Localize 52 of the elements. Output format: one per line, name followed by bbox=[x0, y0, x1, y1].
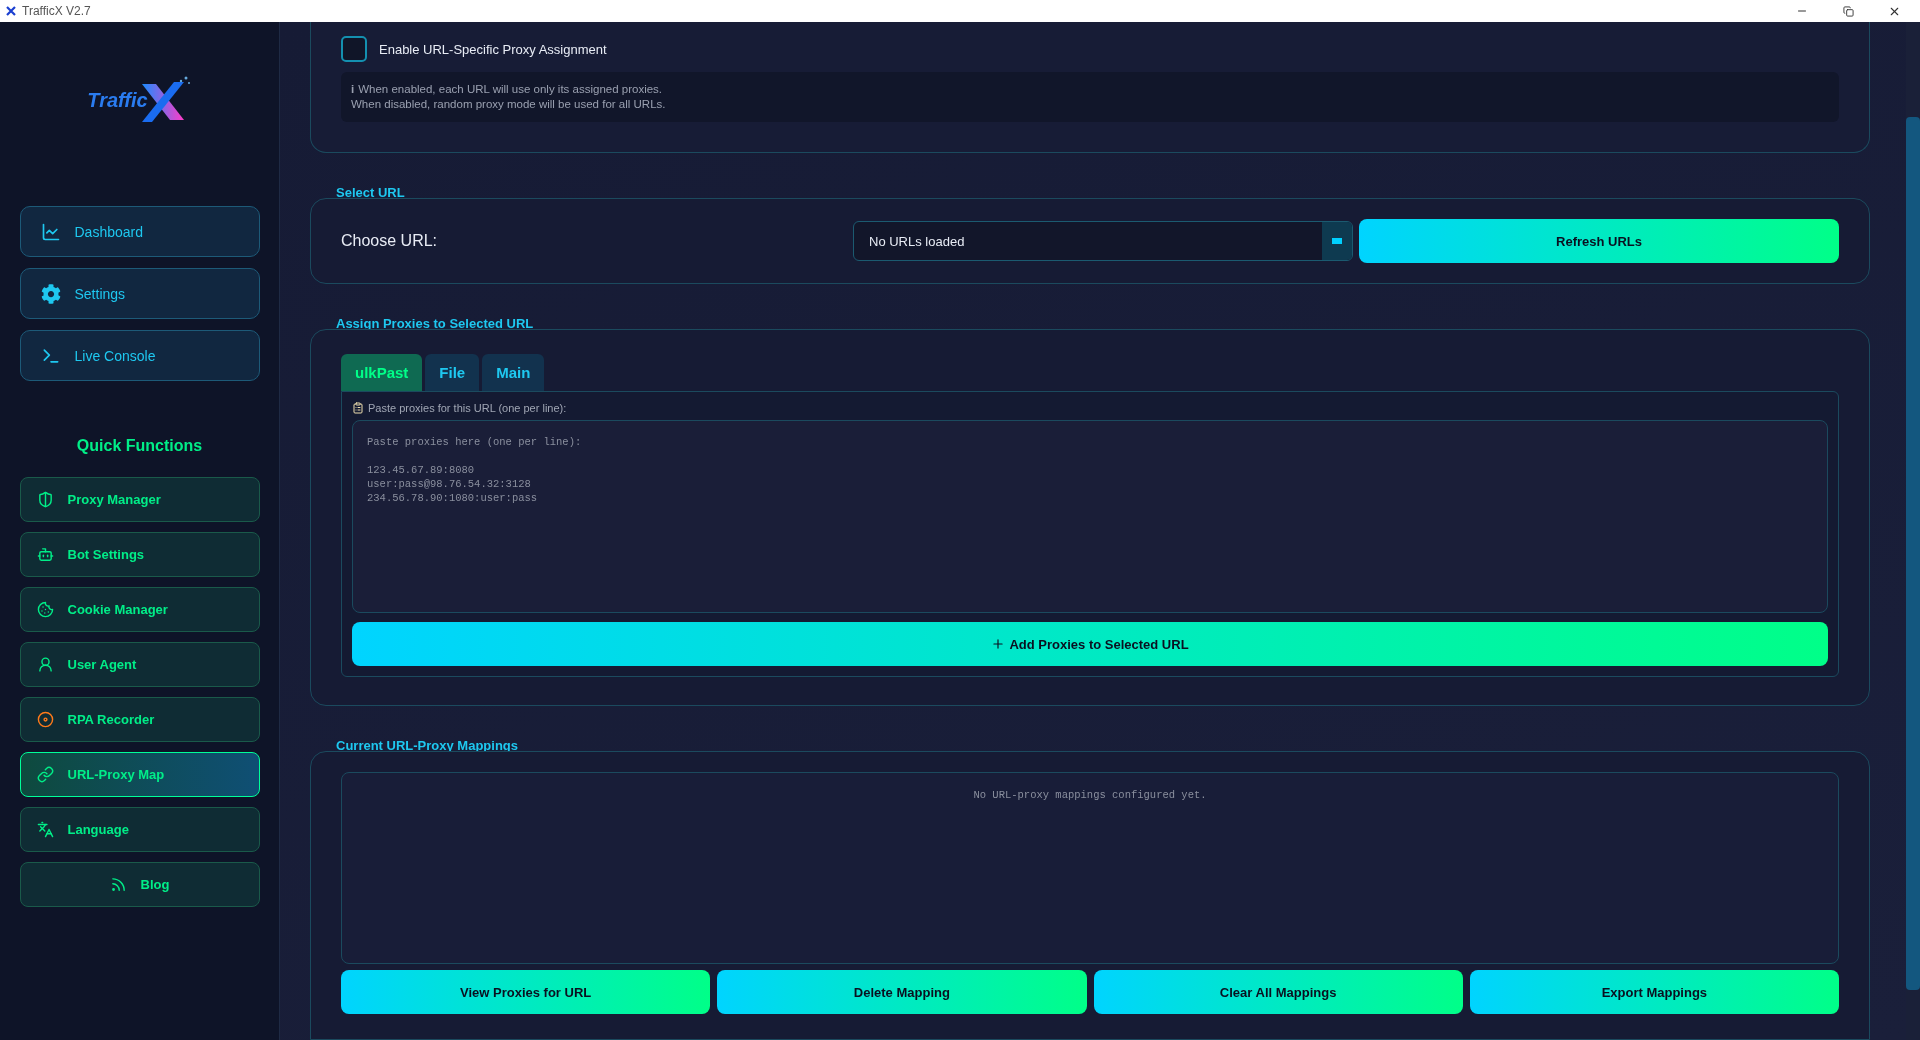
field-label: Choose URL: bbox=[341, 232, 439, 250]
quick-function-item[interactable]: URL-Proxy Map bbox=[19, 752, 260, 797]
dropdown-icon bbox=[1332, 238, 1342, 244]
cookie-icon bbox=[36, 601, 54, 618]
info-text: When disabled, random proxy mode will be used for all URLs. bbox=[351, 97, 666, 112]
sidebar-nav-item[interactable]: Settings bbox=[19, 268, 260, 319]
quick-function-item[interactable]: User Agent bbox=[19, 642, 260, 687]
tab[interactable]: File bbox=[425, 354, 480, 391]
window-title: TrafficX V2.7 bbox=[22, 4, 92, 18]
checkbox-label: Enable URL-Specific Proxy Assignment bbox=[379, 41, 607, 57]
checkbox[interactable] bbox=[341, 36, 367, 62]
quick-function-item[interactable]: Proxy Manager bbox=[19, 477, 260, 522]
logo-text: Traffic bbox=[87, 88, 148, 112]
proxies-input-field[interactable]: Paste proxies here (one per line): 123.45.67.89:8080 user:pass@98.76.54.32:3128 234.56.78.90:1080:user:pass bbox=[352, 420, 1828, 613]
info-icon: i bbox=[351, 82, 355, 97]
add-proxies-button[interactable]: Add Proxies to Selected URL bbox=[352, 622, 1828, 666]
translate-icon bbox=[36, 821, 54, 838]
clipboard-icon bbox=[352, 402, 364, 414]
quick-function-item[interactable]: RPA Recorder bbox=[19, 697, 260, 742]
section-title: Assign Proxies to Selected URL bbox=[336, 316, 535, 331]
shield-icon bbox=[36, 491, 54, 508]
restore-icon bbox=[1842, 5, 1854, 17]
mapping-action-button[interactable]: Clear All Mappings bbox=[1093, 970, 1463, 1014]
record-icon bbox=[36, 711, 54, 728]
rss-icon bbox=[109, 876, 127, 893]
quick-function-item[interactable]: Blog bbox=[19, 862, 260, 907]
sidebar-nav-item[interactable]: Dashboard bbox=[19, 206, 260, 257]
quick-function-item[interactable]: Language bbox=[19, 807, 260, 852]
mapping-action-button[interactable]: Export Mappings bbox=[1469, 970, 1839, 1014]
plus-icon bbox=[991, 637, 1006, 651]
tab[interactable]: ulkPast bbox=[341, 354, 423, 391]
section-title: Select URL bbox=[336, 185, 406, 200]
quick-function-item[interactable]: Cookie Manager bbox=[19, 587, 260, 632]
robot-icon bbox=[36, 546, 54, 563]
settings-icon bbox=[40, 283, 61, 304]
info-text: When enabled, each URL will use only its assigned proxies. bbox=[358, 82, 663, 97]
person-icon bbox=[36, 656, 54, 673]
link-icon bbox=[36, 766, 54, 783]
scrollbar[interactable] bbox=[1906, 22, 1920, 1040]
url-dropdown[interactable]: No URLs loaded bbox=[853, 221, 1353, 261]
quick-function-item[interactable]: Bot Settings bbox=[19, 532, 260, 577]
sidebar-nav-item[interactable]: Live Console bbox=[19, 330, 260, 381]
refresh-urls-button[interactable]: Refresh URLs bbox=[1359, 219, 1839, 263]
mappings-list: No URL-proxy mappings configured yet. bbox=[341, 772, 1839, 964]
chart-icon bbox=[40, 221, 61, 242]
section-heading: Quick Functions bbox=[76, 437, 203, 455]
hint-text: Paste proxies for this URL (one per line): bbox=[368, 402, 567, 414]
tab[interactable]: Main bbox=[482, 354, 545, 391]
mapping-action-button[interactable]: Delete Mapping bbox=[717, 970, 1087, 1014]
app-logo-icon bbox=[6, 6, 16, 16]
dropdown-toggle[interactable] bbox=[1322, 222, 1352, 260]
mapping-action-button[interactable]: View Proxies for URL bbox=[341, 970, 711, 1014]
